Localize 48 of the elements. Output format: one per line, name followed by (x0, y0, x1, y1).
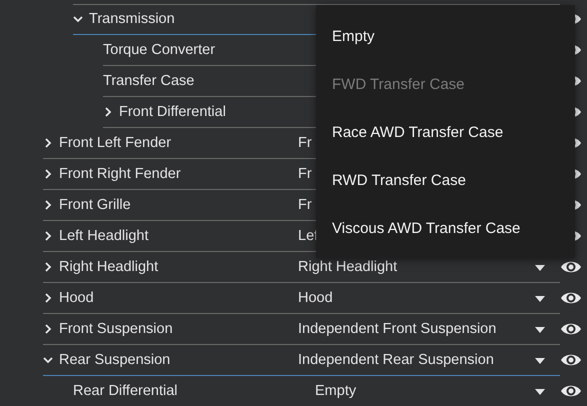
row-label: Front Differential (119, 104, 226, 120)
eye-icon[interactable] (560, 383, 582, 399)
row-label: Torque Converter (103, 42, 216, 58)
eye-icon[interactable] (560, 352, 582, 368)
value-text: Fr (298, 135, 312, 151)
row-label: Front Left Fender (59, 135, 172, 151)
dropdown-caret-icon[interactable] (534, 326, 546, 334)
row-label: Right Headlight (59, 259, 158, 275)
value-text: Hood (298, 290, 333, 306)
chevron-right-icon[interactable] (103, 107, 113, 117)
tree-row[interactable]: Hood Hood (43, 283, 560, 314)
tree-row[interactable]: Rear Differential Empty (73, 376, 560, 406)
chevron-right-icon[interactable] (43, 138, 53, 148)
eye-icon[interactable] (560, 290, 582, 306)
row-label: Front Suspension (59, 321, 173, 337)
chevron-down-icon[interactable] (43, 355, 53, 365)
chevron-down-icon[interactable] (73, 14, 83, 24)
chevron-right-icon[interactable] (43, 324, 53, 334)
tree-row[interactable]: Rear Suspension Independent Rear Suspension (43, 345, 560, 376)
tree-row[interactable]: Front Suspension Independent Front Suspension (43, 314, 560, 345)
value-text: Independent Rear Suspension (298, 352, 494, 368)
dropdown-caret-icon[interactable] (534, 264, 546, 272)
row-label: Front Grille (59, 197, 131, 213)
row-label: Front Right Fender (59, 166, 181, 182)
value-text: Independent Front Suspension (298, 321, 496, 337)
value-text: Fr (298, 197, 312, 213)
row-label: Transfer Case (103, 73, 194, 89)
menu-item[interactable]: Viscous AWD Transfer Case (332, 220, 520, 236)
menu-item[interactable]: RWD Transfer Case (332, 172, 466, 188)
row-label: Left Headlight (59, 228, 148, 244)
value-text: Right Headlight (298, 259, 398, 275)
row-label: Rear Suspension (59, 352, 170, 368)
chevron-right-icon[interactable] (43, 200, 53, 210)
value-text: Empty (315, 383, 356, 399)
chevron-right-icon[interactable] (43, 169, 53, 179)
row-label: Hood (59, 290, 94, 306)
menu-item[interactable]: Empty (332, 28, 375, 44)
chevron-right-icon[interactable] (43, 231, 53, 241)
eye-icon[interactable] (560, 259, 582, 275)
dropdown-caret-icon[interactable] (534, 388, 546, 396)
value-text: Fr (298, 166, 312, 182)
dropdown-caret-icon[interactable] (534, 295, 546, 303)
chevron-right-icon[interactable] (43, 262, 53, 272)
row-label: Rear Differential (73, 383, 178, 399)
eye-icon[interactable] (560, 321, 582, 337)
chevron-right-icon[interactable] (43, 293, 53, 303)
row-label: Transmission (89, 11, 175, 27)
dropdown-caret-icon[interactable] (534, 357, 546, 365)
